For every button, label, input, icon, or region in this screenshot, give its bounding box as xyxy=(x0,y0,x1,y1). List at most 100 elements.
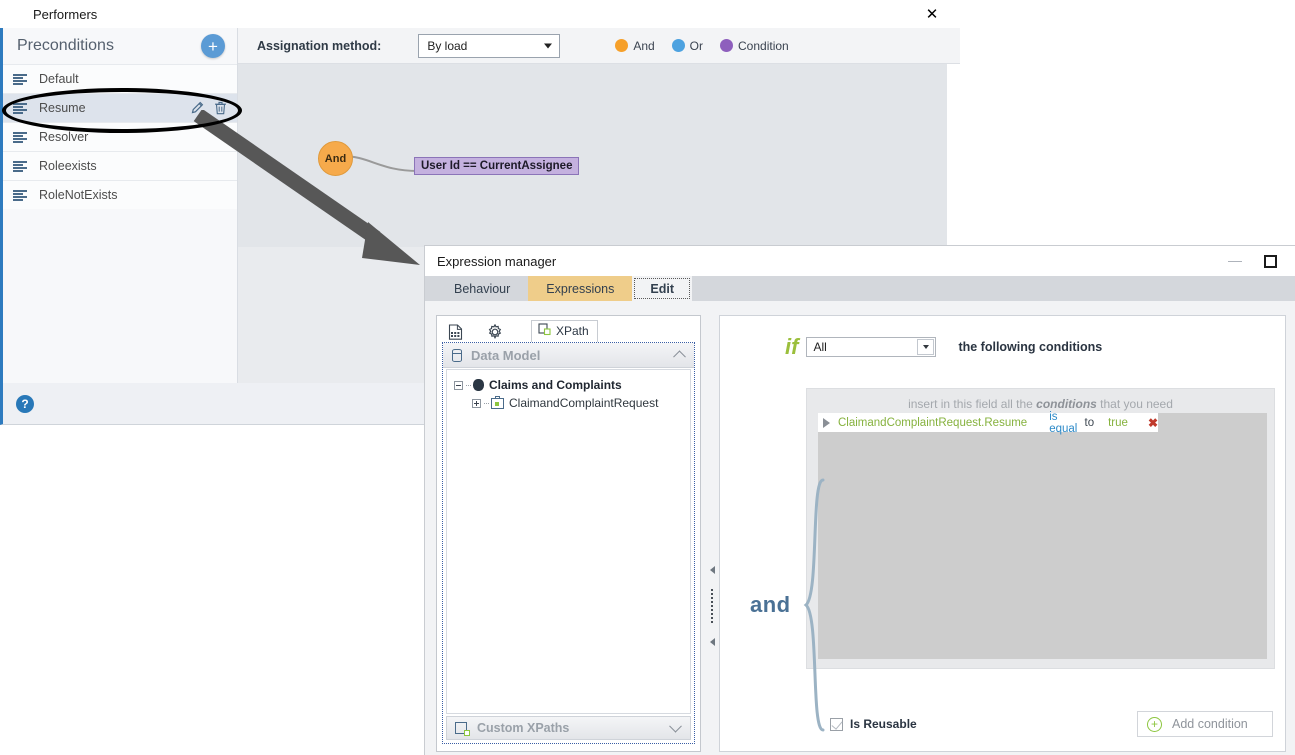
assignation-method-select[interactable]: By load xyxy=(418,33,561,58)
tree-node-claimandcomplaintrequest[interactable]: ClaimandComplaintRequest xyxy=(447,394,690,412)
expander-plus-icon[interactable] xyxy=(472,398,481,408)
tree-inner: Data Model Claims and Complaints Claiman… xyxy=(442,342,695,744)
conditions-list[interactable]: ClaimandComplaintRequest.Resume is equal… xyxy=(818,411,1267,659)
trash-icon[interactable] xyxy=(214,101,227,115)
delete-condition-icon[interactable]: ✖ xyxy=(1148,416,1158,430)
close-icon[interactable]: ✕ xyxy=(912,2,952,26)
maximize-icon[interactable] xyxy=(1264,254,1277,268)
legend-item-and: And xyxy=(615,38,655,53)
hint-suffix: that you need xyxy=(1100,397,1173,411)
sidebar-item-roleexists[interactable]: Roleexists xyxy=(3,151,237,180)
data-model-tree-panel: XPath Data Model Claims and Complaints C… xyxy=(436,315,701,752)
list-icon xyxy=(13,102,27,114)
graph-node-condition[interactable]: User Id == CurrentAssignee xyxy=(414,157,580,175)
database-icon xyxy=(452,348,462,362)
entity-icon xyxy=(473,379,484,391)
precondition-label: Resolver xyxy=(39,130,89,144)
data-model-label: Data Model xyxy=(471,347,541,363)
data-model-header[interactable]: Data Model xyxy=(443,343,694,368)
legend-dot-and xyxy=(615,39,629,52)
pencil-icon[interactable] xyxy=(190,101,204,115)
expression-manager-body: XPath Data Model Claims and Complaints C… xyxy=(425,301,1295,755)
tree-node-claims-and-complaints[interactable]: Claims and Complaints xyxy=(447,376,690,394)
expression-manager-dialog: Expression manager Behaviour Expressions… xyxy=(424,245,1295,755)
form-icon xyxy=(491,395,504,409)
performers-window-title: Performers xyxy=(33,6,98,22)
conditions-panel: if All the following conditions insert i… xyxy=(719,315,1286,752)
list-icon xyxy=(13,189,27,201)
performers-footer: ? xyxy=(0,383,428,425)
tree-node-label: Claims and Complaints xyxy=(489,378,622,392)
tree-connector xyxy=(484,402,489,404)
document-grid-icon[interactable] xyxy=(445,322,465,342)
condition-row[interactable]: ClaimandComplaintRequest.Resume is equal… xyxy=(818,411,1158,435)
xpath-tab-label: XPath xyxy=(556,324,589,338)
condition-operator[interactable]: is equal xyxy=(1049,411,1080,435)
curly-brace-icon xyxy=(803,478,825,732)
sidebar-item-rolenotexists[interactable]: RoleNotExists xyxy=(3,180,237,209)
legend-label-or: Or xyxy=(689,38,704,53)
precondition-label: Roleexists xyxy=(39,159,97,173)
tree-node-label: ClaimandComplaintRequest xyxy=(509,396,659,410)
precondition-label: RoleNotExists xyxy=(39,188,118,202)
is-reusable-checkbox[interactable]: Is Reusable xyxy=(830,717,917,731)
and-group: and xyxy=(750,476,827,734)
add-precondition-button[interactable]: + xyxy=(201,34,225,58)
legend-label-and: And xyxy=(633,38,655,53)
chevron-down-icon[interactable] xyxy=(669,719,682,733)
chevron-down-icon[interactable] xyxy=(917,339,935,355)
hint-emphasis: conditions xyxy=(1036,397,1097,411)
expand-triangle-icon[interactable] xyxy=(823,417,830,428)
tab-expressions[interactable]: Expressions xyxy=(528,276,633,301)
assignation-method-label: Assignation method: xyxy=(257,38,382,53)
scope-select[interactable]: All xyxy=(806,337,937,357)
condition-value[interactable]: true xyxy=(1108,417,1128,429)
row-actions xyxy=(190,94,227,122)
splitter-arrow-icon xyxy=(709,638,715,646)
chevron-up-icon[interactable] xyxy=(673,350,686,364)
window-controls xyxy=(1228,246,1277,276)
expression-manager-tabstrip: Behaviour Expressions Edit xyxy=(425,276,1295,301)
sidebar-item-resolver[interactable]: Resolver xyxy=(3,122,237,151)
sidebar-item-default[interactable]: Default xyxy=(3,64,237,93)
tab-behaviour[interactable]: Behaviour xyxy=(436,276,529,301)
plus-circle-icon: + xyxy=(1147,716,1162,732)
legend-item-or: Or xyxy=(671,38,704,53)
graph-node-and[interactable]: And xyxy=(318,141,353,176)
minimize-icon[interactable] xyxy=(1228,260,1242,262)
sidebar-item-resume[interactable]: Resume xyxy=(3,93,237,122)
add-condition-label: Add condition xyxy=(1172,717,1248,731)
list-icon xyxy=(13,160,27,172)
and-label: and xyxy=(750,592,791,617)
custom-xpaths-header[interactable]: Custom XPaths xyxy=(446,716,691,740)
hexagon-icon xyxy=(10,7,25,22)
chevron-down-icon xyxy=(544,43,553,48)
performers-titlebar: Performers ✕ xyxy=(0,0,960,28)
assignation-method-value: By load xyxy=(427,38,468,53)
tree-content: Claims and Complaints ClaimandComplaintR… xyxy=(446,369,691,714)
legend-item-condition: Condition xyxy=(720,39,789,53)
expander-minus-icon[interactable] xyxy=(454,380,463,390)
if-row: if All the following conditions xyxy=(785,334,1285,360)
gear-icon[interactable] xyxy=(485,322,505,342)
tree-connector xyxy=(466,384,471,386)
is-reusable-label: Is Reusable xyxy=(850,717,917,731)
expression-manager-title: Expression manager xyxy=(437,253,557,269)
tab-edit[interactable]: Edit xyxy=(632,276,692,301)
panel-splitter[interactable] xyxy=(706,566,718,646)
preconditions-panel: Preconditions + Default Resume Resolver xyxy=(0,28,238,383)
xpath-icon xyxy=(538,323,552,339)
preconditions-title: Preconditions xyxy=(17,37,114,54)
condition-field[interactable]: ClaimandComplaintRequest.Resume xyxy=(838,417,1027,429)
legend-dot-or xyxy=(671,39,685,52)
list-icon xyxy=(13,131,27,143)
add-condition-button[interactable]: + Add condition xyxy=(1137,711,1273,737)
preconditions-header: Preconditions + xyxy=(3,28,237,64)
checkbox-box[interactable] xyxy=(830,717,843,731)
precondition-label: Resume xyxy=(39,101,86,115)
conditions-dropzone[interactable]: insert in this field all the conditions … xyxy=(806,388,1275,669)
help-icon[interactable]: ? xyxy=(16,394,34,413)
tab-xpath[interactable]: XPath xyxy=(531,320,598,342)
precondition-label: Default xyxy=(39,72,79,86)
splitter-grip xyxy=(711,589,713,623)
